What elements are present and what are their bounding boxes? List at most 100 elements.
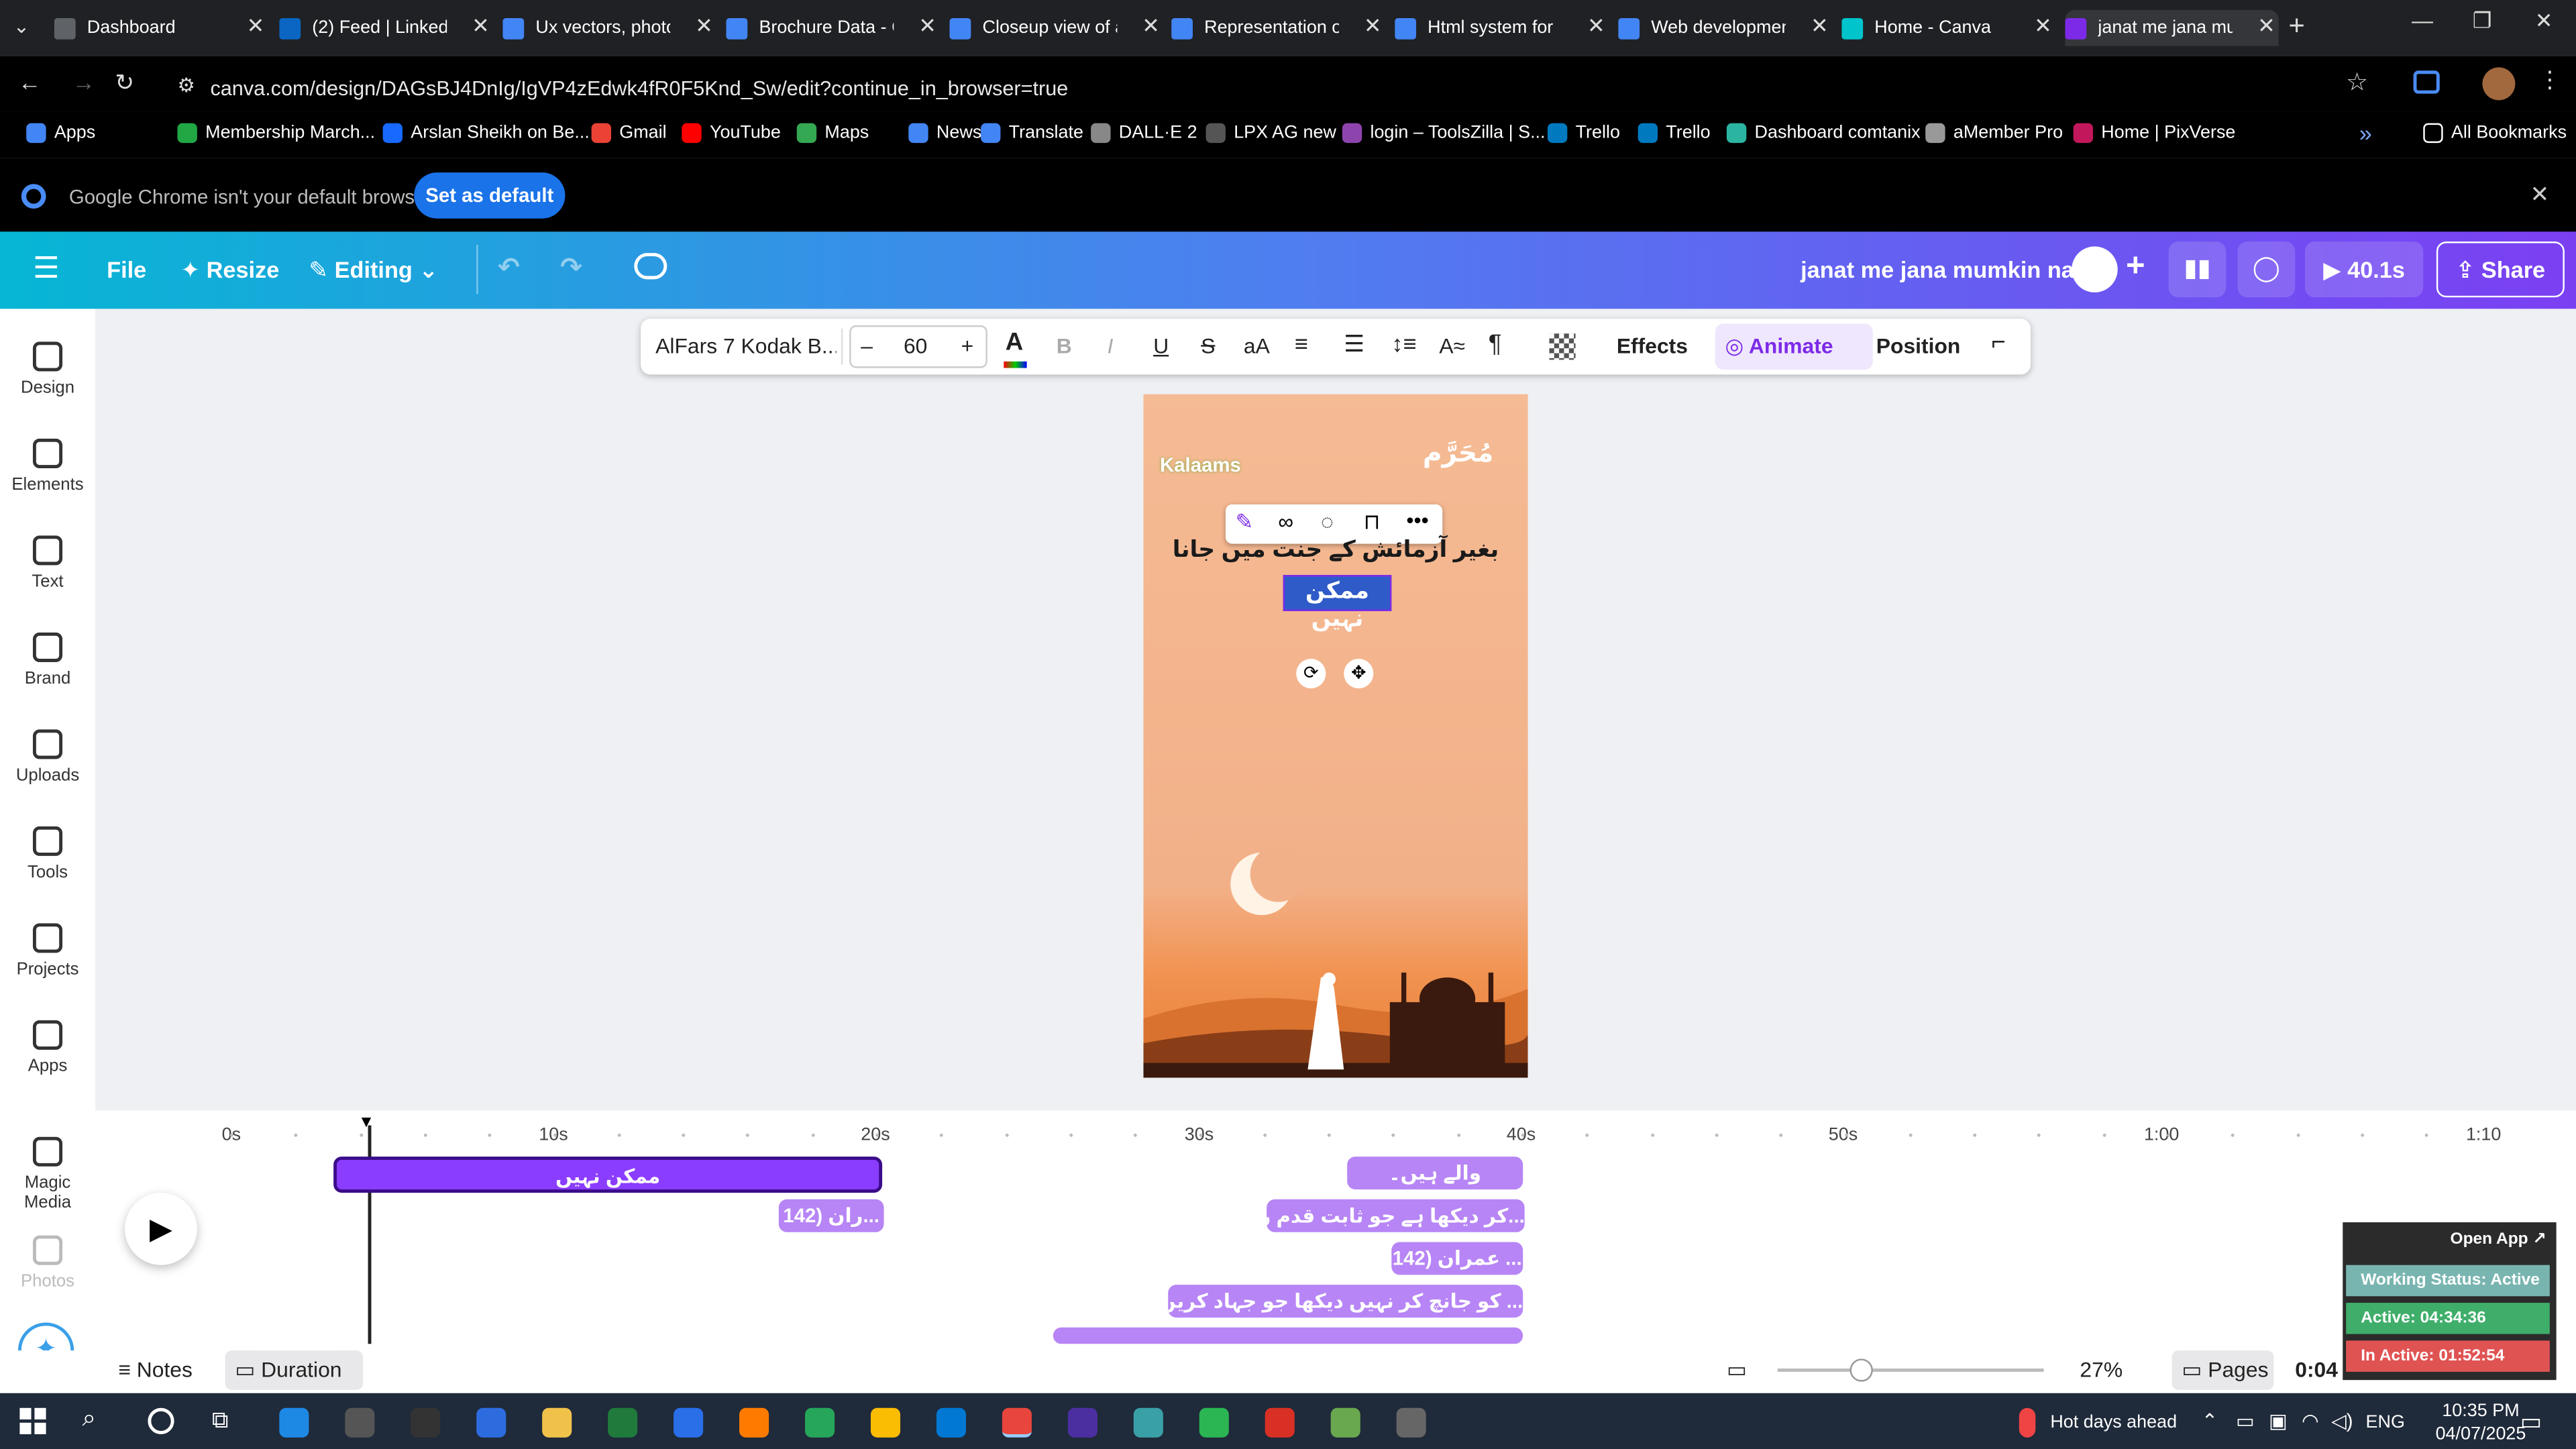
more-bookmarks-icon[interactable]: »: [2359, 120, 2372, 146]
hamburger-menu-icon[interactable]: ☰: [33, 252, 60, 286]
extensions-icon[interactable]: [2413, 70, 2440, 94]
tab-close-icon[interactable]: ✕: [2257, 13, 2275, 40]
bookmark-item[interactable]: YouTube: [682, 123, 781, 144]
bookmark-item[interactable]: Maps: [796, 123, 869, 144]
move-handle-icon[interactable]: ✥: [1344, 659, 1374, 689]
taskbar-app-icon[interactable]: [1133, 1407, 1163, 1438]
list-icon[interactable]: ☰: [1344, 330, 1364, 358]
search-icon[interactable]: ⌕: [82, 1405, 96, 1433]
browser-tab[interactable]: Representation of ✕: [1171, 10, 1385, 46]
taskbar-app-icon[interactable]: [936, 1407, 967, 1438]
taskbar-app-icon[interactable]: [476, 1407, 506, 1438]
paragraph-icon[interactable]: ¶: [1489, 330, 1502, 358]
chrome-menu-icon[interactable]: ⋮: [2538, 66, 2561, 94]
effects-button[interactable]: Effects: [1617, 333, 1688, 358]
bookmark-star-icon[interactable]: ☆: [2346, 67, 2368, 97]
browser-tab[interactable]: Dashboard ✕: [54, 10, 268, 46]
browser-tab[interactable]: Home - Canva ✕: [1841, 10, 2055, 46]
redo-icon[interactable]: ↷: [560, 252, 582, 284]
team-avatar[interactable]: [2072, 246, 2118, 292]
timeline-clip[interactable]: ...کر دیکھا ہے جو ثابت قدم رہنے: [1267, 1199, 1525, 1232]
all-bookmarks[interactable]: All Bookmarks: [2423, 123, 2567, 144]
taskbar-app-icon[interactable]: [1199, 1407, 1229, 1438]
canvas-text-line1[interactable]: بغیر آزمائش کے جنت میں جانا: [1144, 535, 1528, 564]
timeline-play-button[interactable]: ▶: [125, 1192, 197, 1265]
site-info-icon[interactable]: ⚙: [177, 74, 195, 97]
strikethrough-button[interactable]: S: [1201, 333, 1215, 358]
sidebar-item-photos[interactable]: Photos: [0, 1235, 95, 1291]
paint-format-icon[interactable]: ⌐: [1991, 329, 2005, 357]
taskbar-app-icon[interactable]: [1396, 1407, 1426, 1438]
tab-close-icon[interactable]: ✕: [695, 13, 713, 40]
clock-time[interactable]: 10:35 PM: [2432, 1401, 2530, 1421]
set-as-default-button[interactable]: Set as default: [414, 172, 566, 219]
italic-button[interactable]: I: [1108, 333, 1114, 358]
transparency-icon[interactable]: [1549, 333, 1576, 360]
spacing-icon[interactable]: ↕≡: [1391, 330, 1416, 356]
tray-app-icon[interactable]: ▭: [2236, 1409, 2255, 1432]
bookmark-item[interactable]: Arslan Sheikh on Be...: [382, 123, 590, 144]
position-button[interactable]: Position: [1876, 333, 1961, 358]
editing-dropdown[interactable]: ✎ Editing ⌄: [309, 256, 438, 284]
tray-chevron-icon[interactable]: ⌃: [2202, 1409, 2218, 1432]
letter-case-button[interactable]: aA: [1244, 333, 1270, 358]
bookmark-item[interactable]: Dashboard comtanix: [1726, 123, 1921, 144]
reload-icon[interactable]: ↻: [115, 69, 134, 97]
bookmark-item[interactable]: News: [908, 123, 981, 144]
taskbar-app-icon[interactable]: [1265, 1407, 1295, 1438]
new-tab-plus-icon[interactable]: +: [2288, 10, 2304, 43]
taskbar-app-icon[interactable]: [805, 1407, 835, 1438]
sidebar-item-magic-media[interactable]: Magic Media: [0, 1136, 95, 1212]
add-people-plus-icon[interactable]: +: [2126, 248, 2145, 286]
taskbar-app-icon[interactable]: [411, 1407, 441, 1438]
browser-tab[interactable]: Web development ✕: [1618, 10, 1831, 46]
browser-tab[interactable]: Brochure Data - Google ✕: [726, 10, 939, 46]
timeline-clip[interactable]: ممکن نہیں: [333, 1157, 883, 1193]
share-button[interactable]: ⇪ Share: [2436, 241, 2565, 298]
comment-icon[interactable]: ◯: [2237, 241, 2296, 298]
animate-button[interactable]: ◎ Animate: [1725, 333, 1833, 360]
browser-tab[interactable]: janat me jana mumkin ✕: [2065, 9, 2279, 46]
align-center-icon[interactable]: ≡: [1295, 330, 1308, 356]
taskbar-app-icon[interactable]: [279, 1407, 309, 1438]
sidebar-item-elements[interactable]: Elements: [0, 438, 95, 494]
volume-icon[interactable]: ◁): [2331, 1409, 2353, 1432]
tab-close-icon[interactable]: ✕: [1587, 13, 1605, 40]
bookmark-item[interactable]: Trello: [1638, 123, 1711, 144]
lock-icon[interactable]: ⊓: [1364, 509, 1381, 535]
decrease-font-button[interactable]: –: [861, 333, 873, 358]
tab-close-icon[interactable]: ✕: [472, 13, 490, 40]
more-options-icon[interactable]: •••: [1406, 508, 1428, 533]
bookmark-item[interactable]: Trello: [1547, 123, 1620, 144]
tab-close-icon[interactable]: ✕: [2034, 13, 2052, 40]
sidebar-item-projects[interactable]: Projects: [0, 923, 95, 979]
windows-start-icon[interactable]: [19, 1407, 46, 1434]
increase-font-button[interactable]: +: [961, 333, 974, 358]
wifi-icon[interactable]: ◠: [2302, 1409, 2319, 1432]
tab-close-icon[interactable]: ✕: [1142, 13, 1160, 40]
bookmark-item[interactable]: LPX AG new: [1205, 123, 1336, 144]
timeline-clip[interactable]: ...ران (142: [778, 1199, 884, 1232]
sidebar-item-design[interactable]: Design: [0, 341, 95, 398]
font-family-select[interactable]: AlFars 7 Kodak B...: [655, 333, 836, 358]
sidebar-item-text[interactable]: Text: [0, 535, 95, 592]
undo-icon[interactable]: ↶: [498, 252, 520, 284]
browser-tab[interactable]: Closeup view of a ✕: [949, 10, 1163, 46]
close-infobar-icon[interactable]: ✕: [2530, 180, 2549, 209]
bookmark-item[interactable]: aMember Pro: [1925, 123, 2063, 144]
close-window-icon[interactable]: ✕: [2535, 8, 2553, 34]
language-indicator[interactable]: ENG: [2366, 1413, 2405, 1432]
zoom-slider-knob[interactable]: [1849, 1358, 1873, 1382]
taskbar-app-icon[interactable]: [1067, 1407, 1097, 1438]
notification-icon[interactable]: ▭: [2520, 1408, 2542, 1436]
insights-chart-icon[interactable]: ▮▮: [2168, 241, 2226, 298]
tab-close-icon[interactable]: ✕: [1811, 13, 1829, 40]
link-icon[interactable]: ∞: [1278, 509, 1293, 534]
url-field[interactable]: ⚙ canva.com/design/DAGsBJ4DnIg/IgVP4zEdw…: [164, 64, 2399, 107]
tab-close-icon[interactable]: ✕: [918, 13, 936, 40]
notes-button[interactable]: ≡ Notes: [118, 1357, 193, 1382]
cloud-saved-icon[interactable]: [634, 253, 667, 280]
duration-button[interactable]: ▭ Duration: [225, 1350, 364, 1390]
taskbar-app-icon[interactable]: [542, 1407, 572, 1438]
tab-close-icon[interactable]: ✕: [247, 13, 265, 40]
